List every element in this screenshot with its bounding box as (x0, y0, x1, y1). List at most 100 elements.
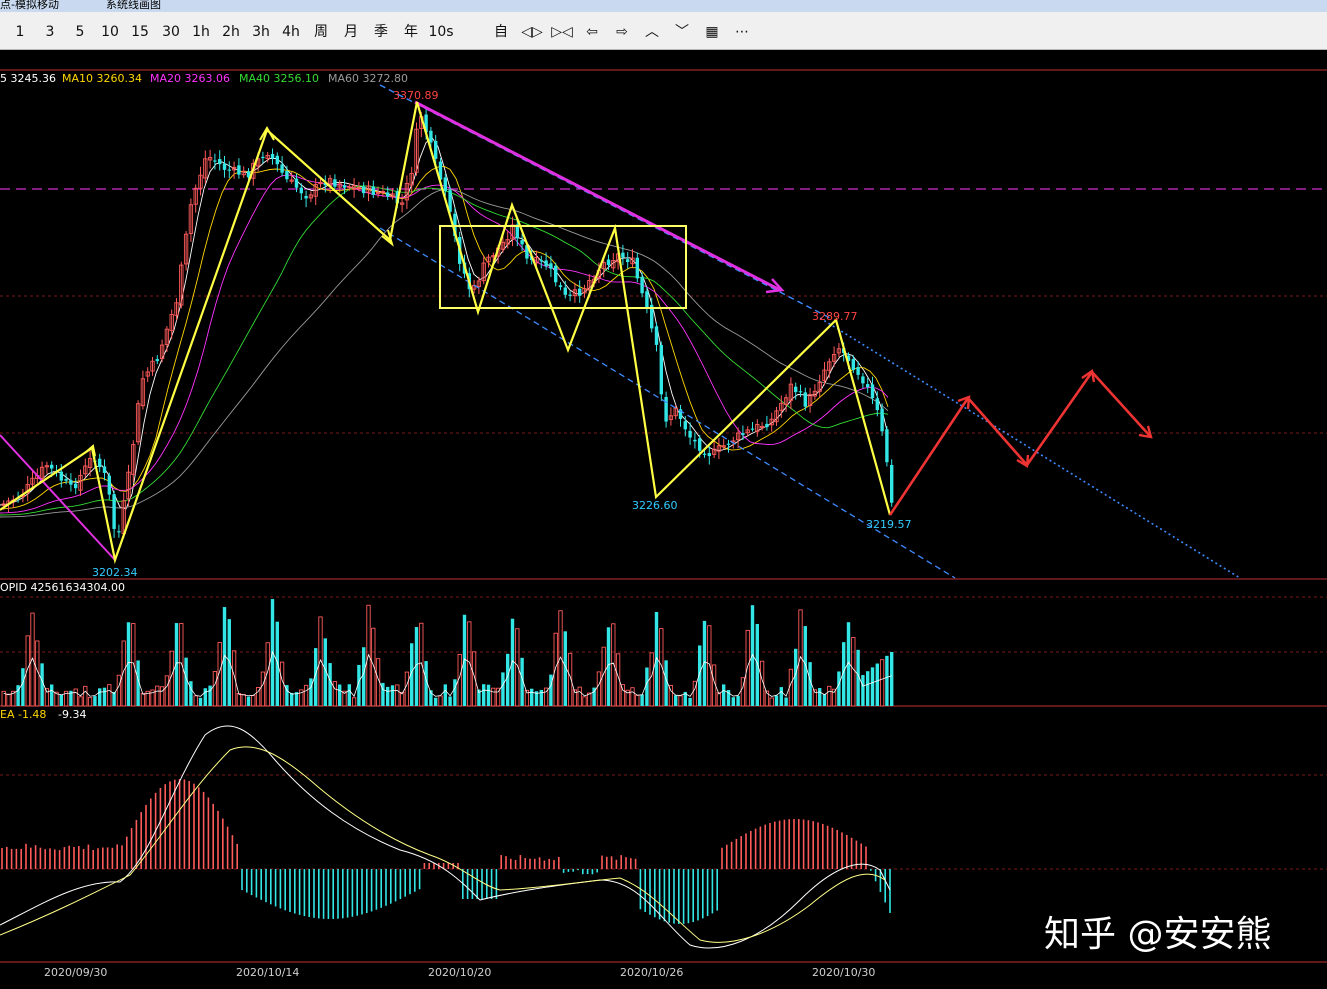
candle-body (74, 483, 78, 489)
candle-body (554, 265, 558, 283)
volume-bar (491, 687, 496, 707)
period-week-button[interactable]: 周 (308, 12, 334, 50)
candle-body (429, 130, 433, 143)
period-1h-button[interactable]: 1h (188, 12, 214, 50)
title-fragment-mode: 点-模拟移动 (0, 0, 59, 11)
volume-bar (640, 694, 644, 706)
volume-bar (328, 663, 332, 706)
period-month-button[interactable]: 月 (338, 12, 364, 50)
volume-bar (784, 697, 788, 706)
volume-bar (140, 692, 146, 707)
period-3h-button[interactable]: 3h (248, 12, 274, 50)
volume-bar (549, 674, 553, 706)
volume-bar (866, 671, 870, 706)
candle-body (890, 464, 894, 503)
candle-body (640, 276, 644, 294)
volume-bar (596, 671, 602, 707)
candle-body (333, 179, 337, 187)
period-season-button[interactable]: 季 (368, 12, 394, 50)
period-1min-button[interactable]: 1 (8, 12, 32, 50)
ma40-label: MA40 3256.10 (239, 72, 319, 85)
scroll-left-icon[interactable]: ⇦ (578, 12, 606, 50)
more-options-icon[interactable]: ⋯ (728, 12, 756, 50)
volume-bar (236, 693, 242, 707)
period-10s-button[interactable]: 10s (426, 12, 456, 50)
zoom-out-icon[interactable]: ▷◁ (548, 12, 576, 50)
macd-value-label: -9.34 (58, 708, 86, 721)
volume-bar (279, 661, 285, 707)
volume-bar (131, 623, 136, 707)
candle-body (798, 391, 803, 393)
period-2h-button[interactable]: 2h (218, 12, 244, 50)
volume-bar (506, 653, 510, 706)
candle-body (683, 421, 687, 430)
volume-bar (241, 694, 246, 707)
volume-bar (164, 675, 170, 707)
volume-bar (362, 647, 366, 706)
zoom-in-icon[interactable]: ◁▷ (518, 12, 546, 50)
scale-down-icon[interactable]: ﹀ (668, 12, 696, 50)
period-15min-button[interactable]: 15 (128, 12, 152, 50)
period-5min-button[interactable]: 5 (68, 12, 92, 50)
candle-body (875, 398, 879, 411)
volume-bar (438, 695, 443, 707)
volume-bar (87, 697, 93, 707)
period-year-button[interactable]: 年 (398, 12, 424, 50)
layout-grid-icon[interactable]: ▦ (698, 12, 726, 50)
volume-bar (116, 674, 122, 707)
candle-body (155, 359, 159, 362)
macd-dea-line (0, 746, 886, 943)
candle-body (563, 287, 567, 295)
volume-bar (347, 684, 351, 706)
volume-bar (107, 684, 112, 707)
candle-body (698, 438, 702, 451)
candle-body (870, 384, 875, 399)
period-custom-button[interactable]: 自 (488, 12, 514, 50)
volume-bar (558, 610, 563, 707)
candle-body (702, 453, 707, 455)
candle-body (294, 178, 299, 188)
volume-bar (755, 623, 759, 706)
ma60-label: MA60 3272.80 (328, 72, 408, 85)
candle-body (539, 260, 543, 262)
candle-body (626, 259, 630, 263)
volume-bar (611, 623, 616, 707)
scroll-right-icon[interactable]: ⇨ (608, 12, 636, 50)
volume-bar (395, 684, 400, 707)
candle-body (102, 466, 107, 473)
candle-body (803, 392, 807, 407)
period-30min-button[interactable]: 30 (158, 12, 184, 50)
volume-bar (707, 625, 712, 707)
candle-body (50, 464, 54, 469)
trend-drawings[interactable] (0, 84, 1241, 579)
candle-body (275, 155, 279, 165)
candle-body (693, 439, 697, 442)
volume-bar (803, 626, 807, 706)
volume-bar (649, 652, 654, 707)
candle-body (342, 185, 347, 188)
candle-body (654, 326, 659, 345)
period-4h-button[interactable]: 4h (278, 12, 304, 50)
candle-body (270, 153, 275, 159)
chart-area[interactable]: 5 3245.36 MA10 3260.34 MA20 3263.06 MA40… (0, 50, 1327, 989)
volume-bar (290, 692, 294, 706)
volume-bar (553, 632, 558, 707)
red-projection-path (888, 369, 1151, 516)
candle-body (544, 260, 548, 267)
volume-bar (227, 619, 231, 706)
volume-bar (467, 621, 472, 707)
volume-bar (78, 696, 83, 707)
period-10min-button[interactable]: 10 (98, 12, 122, 50)
ma5-label: 5 3245.36 (0, 72, 56, 85)
period-3min-button[interactable]: 3 (38, 12, 62, 50)
right-low-price-label: 3219.57 (866, 518, 912, 531)
volume-bar (174, 623, 179, 706)
candle-body (851, 359, 855, 370)
scale-up-icon[interactable]: ︿ (638, 12, 666, 50)
candle-body (261, 156, 265, 159)
volume-bar (851, 637, 856, 707)
left-low-price-label: 3202.34 (92, 566, 138, 579)
title-fragment-drawing: 系统线画图 (106, 0, 161, 11)
volume-bar (577, 686, 582, 707)
volume-bar (309, 678, 313, 706)
